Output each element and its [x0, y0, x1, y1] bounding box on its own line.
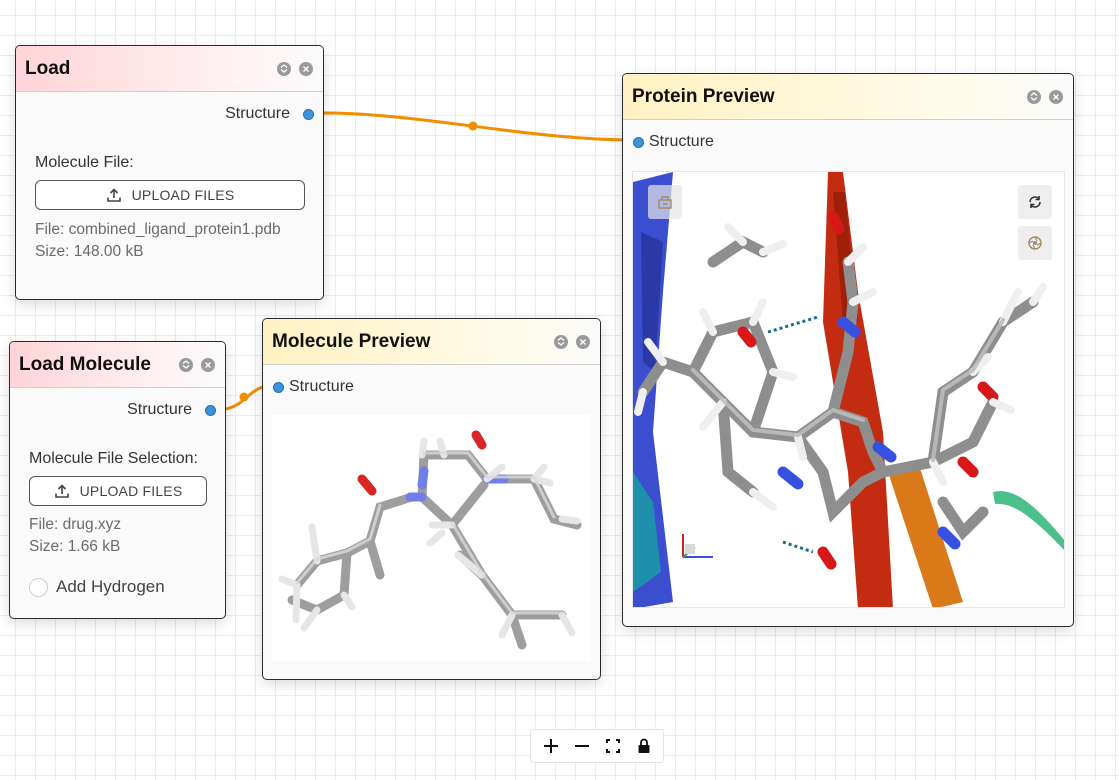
field-label: Molecule File Selection: — [29, 450, 198, 467]
add-hydrogen-checkbox[interactable]: Add Hydrogen — [29, 577, 165, 597]
node-title: Load Molecule — [19, 353, 151, 375]
input-port-row: Structure — [633, 133, 714, 151]
molecule-3d-viewer[interactable] — [272, 415, 591, 661]
refresh-button[interactable] — [1018, 185, 1052, 219]
upload-files-button[interactable]: UPLOAD FILES — [35, 180, 305, 210]
node-header[interactable]: Protein Preview — [623, 74, 1073, 120]
collapse-icon[interactable] — [1027, 89, 1041, 104]
edge-midpoint-handle[interactable] — [468, 121, 478, 131]
spin-button[interactable] — [1018, 226, 1052, 260]
file-size: Size: 148.00 kB — [35, 243, 144, 260]
close-icon[interactable] — [299, 61, 313, 76]
output-port-label: Structure — [225, 105, 290, 122]
load-molecule-node[interactable]: Load Molecule Structure Molecule File Se… — [9, 341, 226, 619]
load-node[interactable]: Load Structure Molecule File: UPLOAD FIL… — [15, 45, 324, 300]
output-port-row: Structure — [127, 401, 216, 419]
collapse-icon[interactable] — [554, 334, 568, 349]
output-port-handle[interactable] — [205, 404, 216, 416]
input-port-row: Structure — [273, 378, 354, 396]
upload-files-label: UPLOAD FILES — [131, 187, 235, 203]
input-port-handle[interactable] — [273, 381, 284, 393]
output-port-row: Structure — [225, 105, 314, 123]
input-port-label: Structure — [649, 133, 714, 150]
molecule-preview-node[interactable]: Molecule Preview Structure — [262, 318, 601, 680]
fit-view-button[interactable] — [600, 733, 626, 759]
file-name: File: drug.xyz — [29, 516, 122, 533]
input-port-handle[interactable] — [633, 136, 644, 148]
node-header[interactable]: Load — [16, 46, 323, 92]
input-port-label: Structure — [289, 378, 354, 395]
close-icon[interactable] — [201, 357, 215, 372]
checkbox-circle[interactable] — [29, 577, 48, 597]
upload-files-button[interactable]: UPLOAD FILES — [29, 476, 207, 506]
file-name: File: combined_ligand_protein1.pdb — [35, 221, 281, 238]
fit-view-icon — [605, 739, 620, 753]
axes-gizmo — [682, 534, 713, 558]
zoom-out-button[interactable] — [569, 733, 595, 759]
lock-icon — [638, 738, 649, 753]
protein-3d-viewer[interactable] — [632, 171, 1065, 608]
screenshot-button[interactable] — [648, 185, 682, 219]
node-header[interactable]: Molecule Preview — [263, 319, 600, 365]
upload-icon — [54, 484, 69, 498]
upload-files-label: UPLOAD FILES — [79, 483, 183, 499]
zoom-in-icon — [543, 739, 558, 753]
lock-button[interactable] — [631, 733, 657, 759]
close-icon[interactable] — [1049, 89, 1063, 104]
collapse-icon[interactable] — [277, 61, 291, 76]
close-icon[interactable] — [576, 334, 590, 349]
output-port-handle[interactable] — [303, 108, 314, 120]
protein-render — [633, 172, 1064, 607]
edge-midpoint-handle[interactable] — [239, 392, 249, 402]
node-title: Protein Preview — [632, 85, 775, 107]
zoom-out-icon — [574, 745, 589, 747]
node-title: Molecule Preview — [272, 330, 431, 352]
zoom-in-button[interactable] — [538, 733, 564, 759]
screenshot-icon — [658, 196, 672, 209]
node-title: Load — [25, 57, 71, 79]
upload-icon — [106, 188, 121, 202]
node-header[interactable]: Load Molecule — [10, 342, 225, 388]
collapse-icon[interactable] — [179, 357, 193, 372]
protein-preview-node[interactable]: Protein Preview Structure — [622, 73, 1074, 627]
add-hydrogen-label: Add Hydrogen — [56, 577, 165, 596]
field-label: Molecule File: — [35, 154, 134, 171]
file-size: Size: 1.66 kB — [29, 538, 121, 555]
output-port-label: Structure — [127, 401, 192, 418]
edge-load-to-protein-preview[interactable] — [323, 111, 633, 142]
refresh-icon — [1029, 196, 1041, 208]
spin-icon — [1028, 236, 1042, 250]
canvas-controls — [530, 729, 664, 763]
molecule-render — [278, 430, 582, 650]
